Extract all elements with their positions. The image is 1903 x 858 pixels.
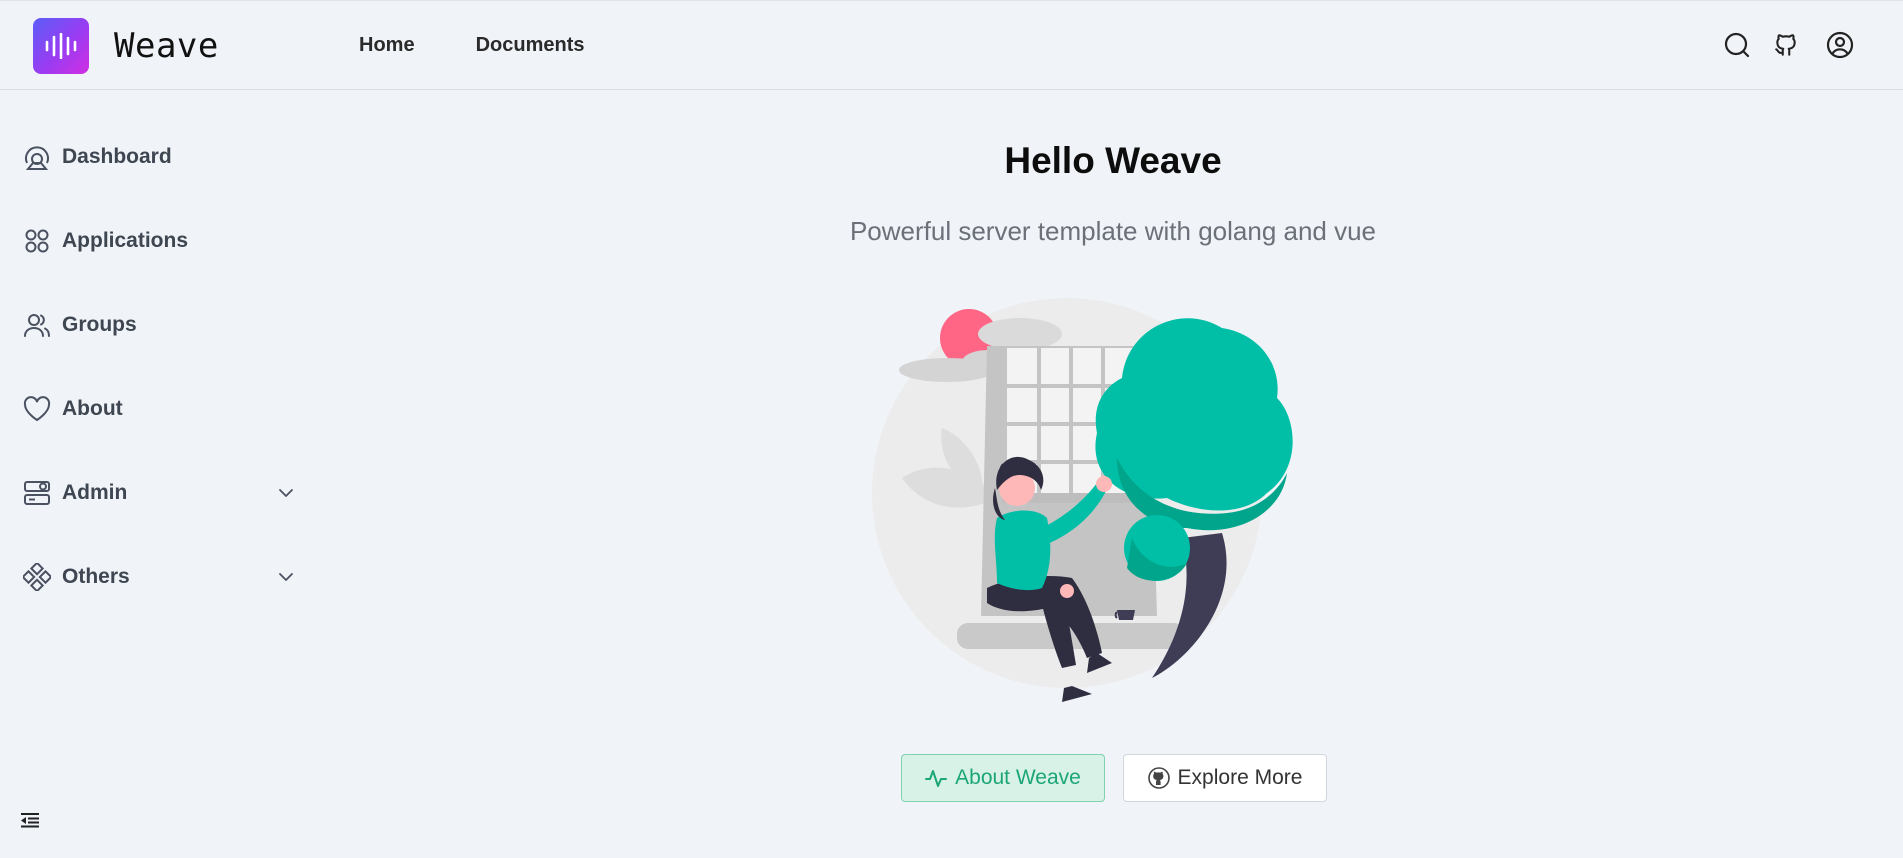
- github-icon[interactable]: [1771, 30, 1801, 60]
- page-subtitle: Powerful server template with golang and…: [849, 216, 1377, 246]
- sidebar-item-about[interactable]: About: [22, 389, 297, 429]
- dashboard-icon: [22, 142, 52, 172]
- sidebar-item-label: Groups: [62, 313, 137, 336]
- nav-home-link[interactable]: Home: [359, 34, 415, 57]
- sidebar-item-label: About: [62, 397, 123, 420]
- weave-logo-icon[interactable]: [33, 18, 89, 74]
- sidebar-item-dashboard[interactable]: Dashboard: [22, 137, 297, 177]
- sidebar-item-label: Admin: [62, 481, 128, 504]
- chevron-down-icon[interactable]: [276, 567, 296, 587]
- chevron-down-icon[interactable]: [276, 483, 296, 503]
- explore-more-button[interactable]: Explore More: [1123, 754, 1327, 802]
- sidebar-item-label: Applications: [62, 229, 189, 252]
- github-icon: [1147, 767, 1170, 789]
- pulse-icon: [925, 767, 948, 789]
- page-title: Hello Weave: [1004, 140, 1222, 181]
- top-header: Weave Home Documents: [0, 0, 1903, 90]
- sidebar: Dashboard Applications Groups About Admi…: [0, 91, 300, 858]
- admin-icon: [22, 478, 52, 508]
- groups-icon: [22, 310, 52, 340]
- sidebar-item-others[interactable]: Others: [22, 557, 297, 597]
- sidebar-item-applications[interactable]: Applications: [22, 221, 297, 261]
- brand-name[interactable]: Weave: [114, 26, 219, 66]
- menu-collapse-icon[interactable]: [20, 810, 42, 832]
- explore-more-label: Explore More: [1177, 766, 1303, 789]
- top-nav: Home Documents: [359, 34, 584, 57]
- about-weave-label: About Weave: [955, 766, 1081, 789]
- about-weave-button[interactable]: About Weave: [901, 754, 1105, 802]
- search-icon[interactable]: [1722, 30, 1752, 60]
- sidebar-item-label: Dashboard: [62, 145, 172, 168]
- user-account-icon[interactable]: [1825, 30, 1855, 60]
- sidebar-item-groups[interactable]: Groups: [22, 305, 297, 345]
- others-icon: [22, 562, 52, 592]
- sidebar-item-label: Others: [62, 565, 130, 588]
- applications-icon: [22, 226, 52, 256]
- hero-illustration: [872, 298, 1293, 702]
- sidebar-item-admin[interactable]: Admin: [22, 473, 297, 513]
- nav-documents-link[interactable]: Documents: [476, 34, 585, 57]
- heart-icon: [22, 394, 52, 424]
